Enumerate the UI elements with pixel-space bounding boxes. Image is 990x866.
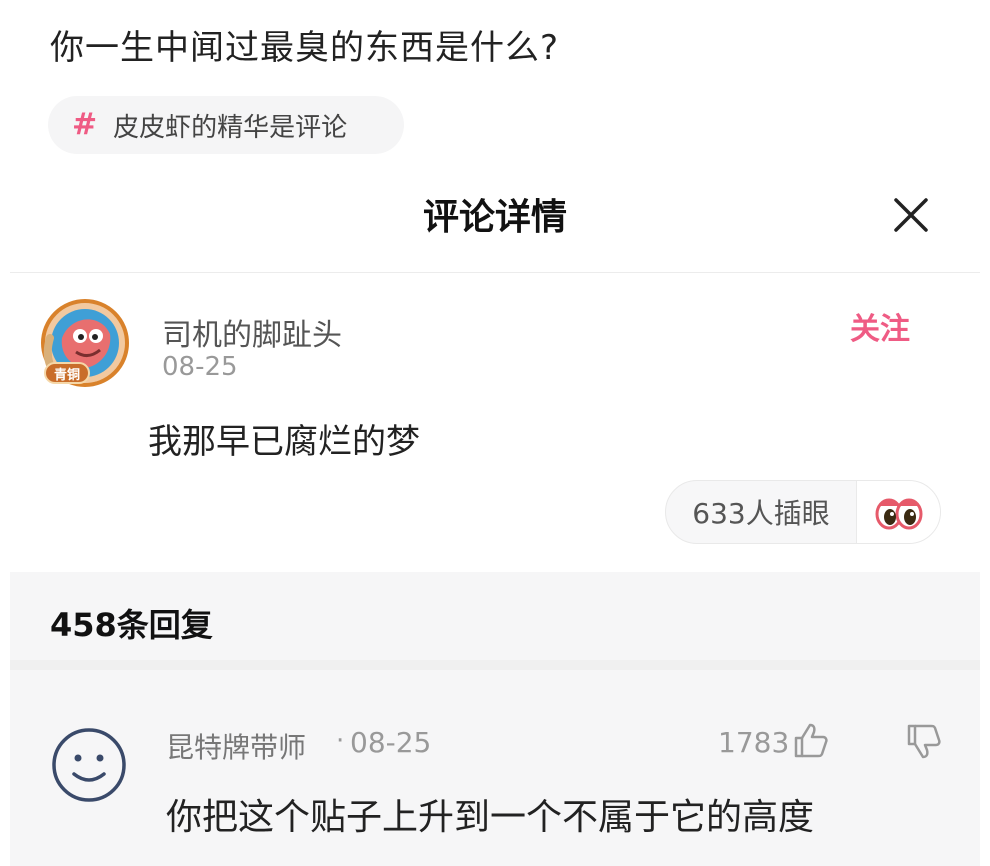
- reply-meta-separator: ·: [336, 726, 345, 756]
- close-button[interactable]: [880, 186, 940, 246]
- reaction-count: 633人插眼: [692, 497, 830, 530]
- eye-reaction-button[interactable]: 633人插眼: [665, 480, 941, 544]
- rank-badge-text: 青铜: [53, 367, 80, 383]
- thumbs-down-icon[interactable]: [903, 720, 945, 762]
- smiley-avatar-icon[interactable]: [50, 726, 128, 804]
- hash-icon: #: [72, 107, 98, 142]
- author-avatar[interactable]: 青铜: [40, 298, 130, 388]
- reply-content: 你把这个贴子上升到一个不属于它的高度: [166, 797, 815, 838]
- panel-header-divider: [10, 272, 980, 273]
- rank-badge: 青铜: [44, 362, 90, 384]
- reply-username[interactable]: 昆特牌带师: [166, 726, 306, 766]
- thumbs-up-icon[interactable]: [790, 720, 832, 762]
- close-icon: [894, 198, 928, 232]
- section-divider: [10, 660, 980, 670]
- author-name[interactable]: 司机的脚趾头: [162, 310, 342, 354]
- topic-tag[interactable]: # 皮皮虾的精华是评论: [48, 96, 404, 154]
- reply-date: 08-25: [350, 726, 432, 759]
- panel-title: 评论详情: [422, 197, 567, 238]
- post-title: 你一生中闻过最臭的东西是什么?: [50, 28, 560, 68]
- topic-tag-label: 皮皮虾的精华是评论: [113, 112, 348, 143]
- follow-button[interactable]: 关注: [850, 304, 910, 348]
- comment-content: 我那早已腐烂的梦: [148, 422, 420, 462]
- author-post-date: 08-25: [162, 352, 238, 382]
- eyes-icon: [857, 481, 940, 543]
- reply-like-count: 1783: [718, 726, 790, 759]
- reply-count: 458条回复: [50, 606, 213, 644]
